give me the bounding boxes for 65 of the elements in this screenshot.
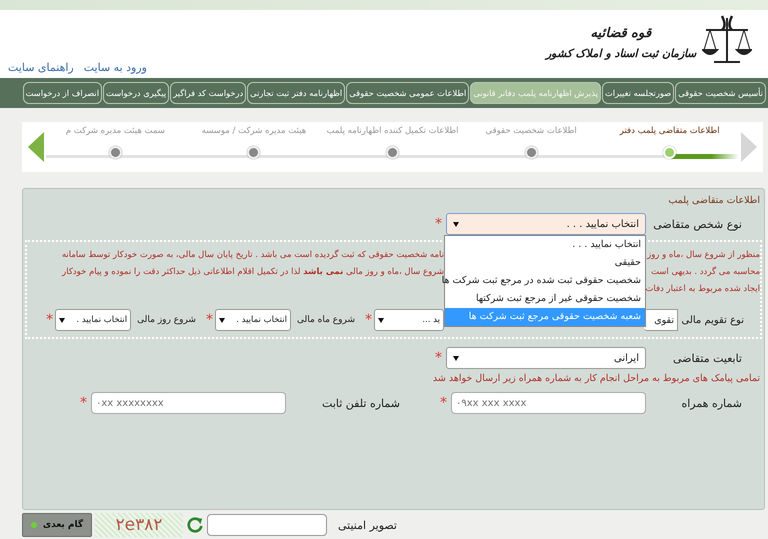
refresh-icon[interactable] xyxy=(186,516,204,534)
required-mark: * xyxy=(439,395,448,411)
applicant-type-select[interactable]: انتخاب نمایید . . . xyxy=(446,213,646,235)
step-dot-icon[interactable] xyxy=(524,146,538,159)
required-mark: * xyxy=(204,312,214,328)
next-step-button[interactable]: گام بعدی xyxy=(22,513,92,537)
landline-input[interactable]: ۰xx xxxxxxxx xyxy=(91,392,286,414)
required-mark: * xyxy=(434,350,443,366)
dropdown-option[interactable]: حقیقی xyxy=(445,254,645,272)
nav-tab[interactable]: انصراف از درخواست xyxy=(22,82,102,104)
step-label: سمت هیئت مدیره شرکت م xyxy=(66,126,165,136)
notice-text: ایجاد شده مربوط به اعتبار دفات xyxy=(644,284,760,294)
captcha-code: ۲e۳۸۲ xyxy=(95,513,183,537)
field-label: شماره تلفن ثابت xyxy=(321,396,401,410)
dot-icon xyxy=(30,522,37,528)
required-mark: * xyxy=(364,312,373,328)
notice-text: منظور از شروع سال ،ماه و روز xyxy=(646,250,760,260)
back-arrow-icon[interactable] xyxy=(26,132,46,162)
step-dot-icon[interactable] xyxy=(108,146,122,159)
caret-icon xyxy=(218,318,225,322)
caret-icon xyxy=(59,318,66,322)
nav-tab[interactable]: تأسیس شخصیت حقوقی xyxy=(675,82,766,104)
dropdown-option[interactable]: شخصیت حقوقی غیر از مرجع ثبت شرکتها xyxy=(445,290,645,308)
step-label: هیئت مدیره شرکت / موسسه xyxy=(202,126,306,136)
nationality-select[interactable]: ایرانی xyxy=(446,347,646,369)
field-label: نوع تقویم مالی xyxy=(681,314,745,326)
required-mark: * xyxy=(45,312,54,328)
step-label: اطلاعات متقاضی پلمب دفتر xyxy=(620,126,720,136)
mobile-input[interactable]: ۰۹xx xxx xxxx xyxy=(451,392,646,414)
notice-text: محاسبه می گردد . بدیهی است xyxy=(650,266,760,276)
notice-text: شروع سال ،ماه و روز مالی نمی باشد لذا در تکمیل اقلام اطلاعاتی ذیل حداکثر دقت را نموده و پیام خودکار xyxy=(60,266,444,276)
month-select[interactable]: انتخاب نمایید . xyxy=(214,309,291,331)
notice-text: نامه شخصیت حقوقی که ثبت گردیده است می باشد . تاریخ پایان سال مالی، به صورت خودکار توسط سامانه xyxy=(60,250,444,260)
nav-tab[interactable]: پیگیری درخواست xyxy=(103,82,170,104)
section-title: اطلاعات متقاضی پلمب xyxy=(667,195,761,206)
dropdown-option[interactable]: انتخاب نمایید . . . xyxy=(445,236,645,254)
day-select[interactable]: انتخاب نمایید . xyxy=(55,309,132,331)
step-dot-icon[interactable] xyxy=(386,146,400,159)
field-label: نوع شخص متقاضی xyxy=(652,218,743,230)
header-link[interactable]: ورود به سایت xyxy=(84,61,147,74)
field-label: شروع ماه مالی xyxy=(296,315,356,325)
dropdown-option[interactable]: شخصیت حقوقی ثبت شده در مرجع ثبت شرکت ها xyxy=(445,272,645,290)
caret-icon xyxy=(378,318,384,322)
nav-tab[interactable]: صورتجلسه تغییرات xyxy=(602,82,674,104)
step-label: اطلاعات تکمیل کننده اظهارنامه پلمب xyxy=(326,126,459,136)
sms-note: تمامی پیامک های مربوط به مراحل انجام کار به شماره همراه زیر ارسال خواهد شد xyxy=(432,373,761,384)
field-label: شروع روز مالی xyxy=(136,315,197,325)
step-dot-icon[interactable] xyxy=(247,146,260,159)
caret-icon xyxy=(453,356,459,360)
required-mark: * xyxy=(79,395,88,411)
field-label: تابعیت متقاضی xyxy=(672,352,743,364)
year-select[interactable]: ید ... xyxy=(374,309,444,331)
required-mark: * xyxy=(434,216,443,232)
step-label: اطلاعات شخصیت حقوقی xyxy=(485,126,577,136)
nav-tab[interactable]: اظهارنامه دفتر ثبت تجارتی xyxy=(247,82,346,104)
captcha-label: تصویر امنیتی xyxy=(338,518,397,532)
header-link[interactable]: راهنمای سایت xyxy=(8,61,74,74)
captcha-input[interactable] xyxy=(207,514,327,536)
org-subtitle: سازمان ثبت اسناد و املاک کشور xyxy=(546,46,696,60)
org-name: قوه قضائیه xyxy=(590,24,652,40)
caret-icon xyxy=(453,222,459,226)
field-label: شماره همراه xyxy=(680,396,743,410)
nav-tab[interactable]: درخواست کد فراگیر xyxy=(170,82,246,104)
nav-tab[interactable]: اطلاعات عمومی شخصیت حقوقی xyxy=(346,82,470,104)
calendar-select[interactable]: تقوی xyxy=(644,309,678,331)
